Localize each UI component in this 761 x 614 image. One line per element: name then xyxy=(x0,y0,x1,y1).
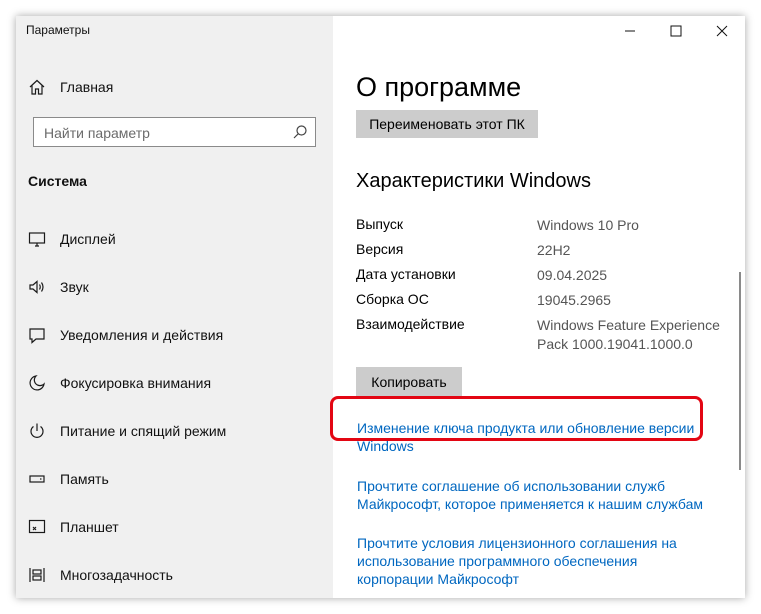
sidebar-item-label: Память xyxy=(60,471,109,487)
copy-button[interactable]: Копировать xyxy=(356,367,462,397)
speaker-icon xyxy=(26,276,48,298)
display-icon xyxy=(26,228,48,250)
spec-value: Windows Feature Experience Pack 1000.190… xyxy=(537,317,720,352)
minimize-button[interactable] xyxy=(607,16,653,46)
multitasking-icon xyxy=(26,564,48,586)
spec-value: 22H2 xyxy=(537,242,571,258)
nav-home-label: Главная xyxy=(60,79,114,95)
license-terms-link[interactable]: Прочтите условия лицензионного соглашени… xyxy=(357,534,687,588)
minimize-icon xyxy=(625,30,635,32)
spec-key: Версия xyxy=(356,241,404,257)
nav-home[interactable]: Главная xyxy=(16,70,333,104)
home-icon xyxy=(26,76,48,98)
sidebar-item-label: Звук xyxy=(60,279,89,295)
app-title: Параметры xyxy=(26,23,90,37)
sidebar-item-tablet[interactable]: Планшет xyxy=(16,510,333,544)
section-title: Система xyxy=(28,173,87,189)
close-icon xyxy=(716,25,728,37)
maximize-button[interactable] xyxy=(653,16,699,46)
spec-value: Windows 10 Pro xyxy=(537,217,639,233)
sidebar-item-display[interactable]: Дисплей xyxy=(16,222,333,256)
sidebar-item-power[interactable]: Питание и спящий режим xyxy=(16,414,333,448)
power-icon xyxy=(26,420,48,442)
scrollbar[interactable] xyxy=(739,272,741,470)
settings-window: Параметры Главная Система Дисплей Звук xyxy=(16,16,745,598)
search-input[interactable] xyxy=(42,118,296,148)
search-box[interactable] xyxy=(33,117,316,148)
sidebar: Параметры Главная Система Дисплей Звук xyxy=(16,16,333,598)
close-button[interactable] xyxy=(699,16,745,46)
moon-icon xyxy=(26,372,48,394)
spec-key: Дата установки xyxy=(356,266,456,282)
sidebar-item-sound[interactable]: Звук xyxy=(16,270,333,304)
sidebar-item-label: Дисплей xyxy=(60,231,116,247)
sidebar-item-storage[interactable]: Память xyxy=(16,462,333,496)
sidebar-item-label: Питание и спящий режим xyxy=(60,423,227,439)
sidebar-item-label: Уведомления и действия xyxy=(60,327,224,343)
services-agreement-link[interactable]: Прочтите соглашение об использовании слу… xyxy=(357,477,717,513)
notification-icon xyxy=(26,324,48,346)
spec-value: 19045.2965 xyxy=(537,292,611,308)
spec-key: Взаимодействие xyxy=(356,316,465,332)
sidebar-item-label: Многозадачность xyxy=(60,567,173,583)
sidebar-item-multitasking[interactable]: Многозадачность xyxy=(16,558,333,592)
specs-title: Характеристики Windows xyxy=(356,170,591,192)
storage-icon xyxy=(26,468,48,490)
content-pane: О программе Переименовать этот ПК Характ… xyxy=(333,16,745,598)
spec-value: 09.04.2025 xyxy=(537,267,608,283)
sidebar-item-label: Фокусировка внимания xyxy=(60,375,212,391)
spec-key: Выпуск xyxy=(356,216,403,232)
sidebar-item-focus[interactable]: Фокусировка внимания xyxy=(16,366,333,400)
spec-key: Сборка ОС xyxy=(356,291,429,307)
sidebar-item-label: Планшет xyxy=(60,519,119,535)
maximize-icon xyxy=(670,25,682,37)
search-icon[interactable] xyxy=(292,124,308,140)
page-title: О программе xyxy=(356,72,522,102)
sidebar-item-notifications[interactable]: Уведомления и действия xyxy=(16,318,333,352)
change-product-key-link[interactable]: Изменение ключа продукта или обновление … xyxy=(357,419,727,455)
rename-pc-button[interactable]: Переименовать этот ПК xyxy=(356,110,538,138)
tablet-icon xyxy=(26,516,48,538)
